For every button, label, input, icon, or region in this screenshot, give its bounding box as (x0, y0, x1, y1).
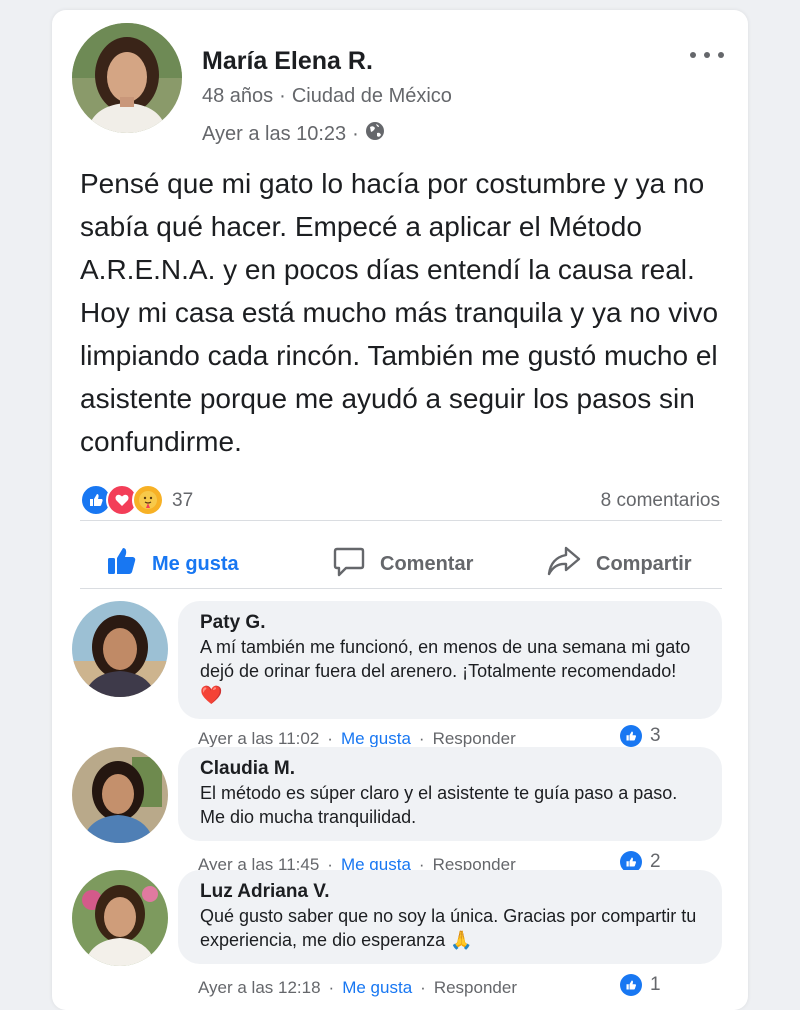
share-button-label: Compartir (596, 552, 692, 575)
author-meta: 48 años · Ciudad de México (202, 85, 452, 108)
comment-time[interactable]: Ayer a las 11:02 (198, 729, 319, 749)
post-time-text[interactable]: Ayer a las 10:23 (202, 123, 346, 146)
commenter-name[interactable]: Claudia M. (200, 757, 700, 781)
comment-like-link[interactable]: Me gusta (341, 729, 411, 749)
comment-time[interactable]: Ayer a las 12:18 (198, 978, 321, 998)
comment-text: A mí también me funcionó, en menos de un… (200, 637, 691, 705)
commenter-avatar[interactable] (72, 601, 168, 697)
commenter-avatar[interactable] (72, 747, 168, 843)
like-button-label: Me gusta (152, 552, 239, 575)
more-icon (690, 52, 696, 58)
reaction-icons[interactable] (80, 484, 164, 516)
post-timestamp: Ayer a las 10:23 · (202, 121, 385, 147)
commenter-name[interactable]: Paty G. (200, 611, 700, 635)
comment-like-link[interactable]: Me gusta (342, 978, 412, 998)
comment-likes[interactable]: 3 (620, 725, 661, 747)
care-reaction-icon (132, 484, 164, 516)
post-text: Pensé que mi gato lo hacía por costumbre… (80, 168, 719, 457)
comment-text: Qué gusto saber que no soy la única. Gra… (200, 906, 697, 950)
globe-icon (365, 121, 385, 147)
post-header: María Elena R. 48 años · Ciudad de México … (72, 23, 728, 145)
commenter-name[interactable]: Luz Adriana V. (200, 880, 700, 904)
like-reaction-icon (620, 725, 642, 747)
like-reaction-icon (620, 974, 642, 996)
comment-like-count: 3 (650, 725, 661, 746)
comment-text: El método es súper claro y el asistente … (200, 783, 678, 827)
thumbs-up-icon (106, 545, 152, 583)
reactions-bar: 37 8 comentarios (80, 484, 720, 520)
comment-likes[interactable]: 1 (620, 974, 661, 996)
comment-like-count: 1 (650, 974, 661, 995)
comment-reply-link[interactable]: Responder (434, 978, 517, 998)
commenter-avatar[interactable] (72, 870, 168, 966)
post-card: María Elena R. 48 años · Ciudad de México … (52, 10, 748, 1010)
separator: · (279, 85, 286, 107)
comment-footer: Ayer a las 11:02 · Me gusta · Responder (198, 729, 516, 749)
author-name[interactable]: María Elena R. (202, 47, 373, 76)
comment: Luz Adriana V. Qué gusto saber que no so… (72, 870, 722, 1000)
more-icon-dot (718, 52, 724, 58)
post-actions: Me gusta Comentar Compartir (80, 534, 722, 594)
author-city: Ciudad de México (291, 85, 452, 107)
comment-reply-link[interactable]: Responder (433, 729, 516, 749)
comment: Claudia M. El método es súper claro y el… (72, 747, 722, 877)
separator: · (420, 978, 426, 997)
comment-bubble: Luz Adriana V. Qué gusto saber que no so… (178, 870, 722, 964)
divider (80, 520, 722, 521)
reaction-count[interactable]: 37 (172, 490, 193, 512)
separator: · (352, 122, 359, 145)
separator: · (327, 729, 333, 748)
divider (80, 588, 722, 589)
like-button[interactable]: Me gusta (106, 534, 239, 594)
comment: Paty G. A mí también me funcionó, en men… (72, 601, 722, 761)
author-avatar[interactable] (72, 23, 182, 133)
share-icon (546, 544, 596, 584)
separator: · (328, 978, 335, 997)
comment-count[interactable]: 8 comentarios (601, 490, 720, 512)
comment-icon (332, 544, 380, 584)
share-button[interactable]: Compartir (546, 534, 692, 594)
comment-bubble: Paty G. A mí también me funcionó, en men… (178, 601, 722, 719)
comment-button-label: Comentar (380, 552, 474, 575)
comment-footer: Ayer a las 12:18 · Me gusta · Responder (198, 978, 517, 998)
more-icon-dot (704, 52, 710, 58)
author-age: 48 años (202, 85, 274, 107)
more-options-button[interactable] (690, 45, 724, 65)
separator: · (418, 729, 425, 748)
comment-bubble: Claudia M. El método es súper claro y el… (178, 747, 722, 841)
